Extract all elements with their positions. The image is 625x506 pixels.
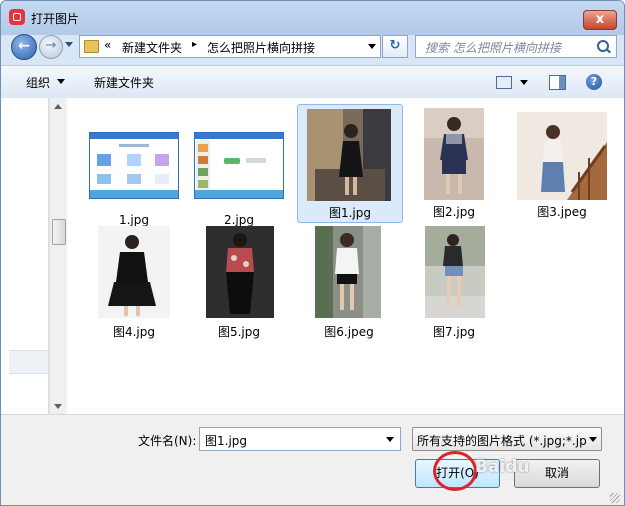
app-icon: [9, 9, 25, 25]
address-bar[interactable]: « 新建文件夹 ▸ 怎么把照片横向拼接: [79, 35, 381, 58]
filename-dropdown-icon[interactable]: [386, 437, 394, 442]
dialog-footer: 文件名(N): 图1.jpg 所有支持的图片格式 (*.jpg;*.jp 打开(…: [1, 414, 624, 505]
forward-button[interactable]: →: [39, 35, 63, 59]
thumbnail-1-jpg: [89, 132, 179, 199]
help-icon[interactable]: ?: [586, 74, 602, 90]
thumbnail-tu2-jpg: [424, 108, 484, 200]
file-name: 图7.jpg: [432, 325, 476, 339]
address-overflow-chevrons[interactable]: «: [104, 38, 111, 52]
file-item-tu4-jpg[interactable]: 图4.jpg: [82, 222, 186, 339]
file-item-tu3-jpeg[interactable]: 图3.jpeg: [510, 104, 614, 221]
file-item-tu6-jpeg[interactable]: 图6.jpeg: [297, 222, 401, 339]
open-button[interactable]: 打开(O): [415, 459, 500, 488]
folder-icon: [84, 40, 99, 53]
file-item-tu7-jpg[interactable]: 图7.jpg: [402, 222, 506, 339]
thumbnail-tu7-jpg: [425, 226, 485, 318]
command-toolbar: 组织 新建文件夹 ?: [1, 65, 624, 99]
thumbnail-tu4-jpg: [98, 226, 170, 318]
file-name: 图5.jpg: [217, 325, 261, 339]
recent-locations-dropdown-icon[interactable]: [65, 42, 73, 47]
thumbnail-tu3-jpeg: [517, 112, 607, 200]
filename-label: 文件名(N):: [138, 434, 197, 448]
search-placeholder: 搜索 怎么把照片横向拼接: [425, 41, 561, 55]
organize-button[interactable]: 组织: [26, 74, 50, 91]
filename-value[interactable]: 图1.jpg: [205, 432, 247, 449]
scroll-thumb[interactable]: [52, 219, 66, 245]
file-item-2-jpg[interactable]: 2.jpg: [187, 120, 291, 237]
thumbnail-2-jpg: [194, 132, 284, 199]
file-item-1-jpg[interactable]: 1.jpg: [82, 120, 186, 237]
file-list: 1.jpg 2.jpg 图1.jpg 图2.jpg 图3.jpeg 图4.jpg…: [67, 98, 624, 414]
cancel-button[interactable]: 取消: [514, 459, 600, 488]
thumbnail-tu1-jpg: [307, 109, 391, 201]
navigation-pane-item[interactable]: [9, 350, 48, 374]
preview-pane-icon[interactable]: [549, 75, 566, 90]
file-type-value[interactable]: 所有支持的图片格式 (*.jpg;*.jp: [417, 432, 587, 449]
file-name: 图4.jpg: [112, 325, 156, 339]
search-input[interactable]: 搜索 怎么把照片横向拼接: [415, 35, 617, 58]
breadcrumb-separator-icon[interactable]: ▸: [192, 39, 197, 50]
resize-grip-icon[interactable]: [610, 493, 620, 503]
scroll-up-icon[interactable]: [54, 104, 62, 109]
organize-dropdown-icon[interactable]: [57, 79, 65, 84]
file-name: 图6.jpeg: [324, 325, 374, 339]
file-item-tu2-jpg[interactable]: 图2.jpg: [402, 104, 506, 221]
breadcrumb-new-folder[interactable]: 新建文件夹: [122, 39, 182, 56]
view-dropdown-icon[interactable]: [520, 80, 528, 85]
refresh-button[interactable]: ↻: [382, 35, 408, 58]
file-name: 图2.jpg: [432, 205, 476, 219]
file-item-tu5-jpg[interactable]: 图5.jpg: [187, 222, 291, 339]
search-icon[interactable]: [597, 40, 609, 52]
open-image-dialog: 打开图片 x ← → « 新建文件夹 ▸ 怎么把照片横向拼接 ↻ 搜索 怎么把照…: [0, 0, 625, 506]
file-name: 图1.jpg: [328, 206, 372, 220]
file-type-select[interactable]: 所有支持的图片格式 (*.jpg;*.jp: [412, 427, 602, 451]
address-dropdown-icon[interactable]: [368, 44, 376, 49]
new-folder-button[interactable]: 新建文件夹: [94, 74, 154, 91]
file-name: 图3.jpeg: [537, 205, 587, 219]
navigation-pane[interactable]: [1, 98, 49, 414]
back-button[interactable]: ←: [11, 34, 37, 60]
navigation-scrollbar[interactable]: [49, 98, 67, 414]
title-bar: 打开图片 x: [1, 1, 624, 35]
close-button[interactable]: x: [583, 10, 617, 30]
thumbnail-tu5-jpg: [206, 226, 274, 318]
breadcrumb-current-folder[interactable]: 怎么把照片横向拼接: [207, 39, 315, 56]
scroll-down-icon[interactable]: [54, 404, 62, 409]
file-item-tu1-jpg[interactable]: 图1.jpg: [297, 104, 403, 223]
thumbnail-tu6-jpeg: [315, 226, 381, 318]
filename-input[interactable]: 图1.jpg: [199, 427, 401, 451]
change-view-icon[interactable]: [496, 76, 512, 89]
window-title: 打开图片: [31, 12, 80, 26]
file-type-dropdown-icon[interactable]: [589, 437, 597, 442]
